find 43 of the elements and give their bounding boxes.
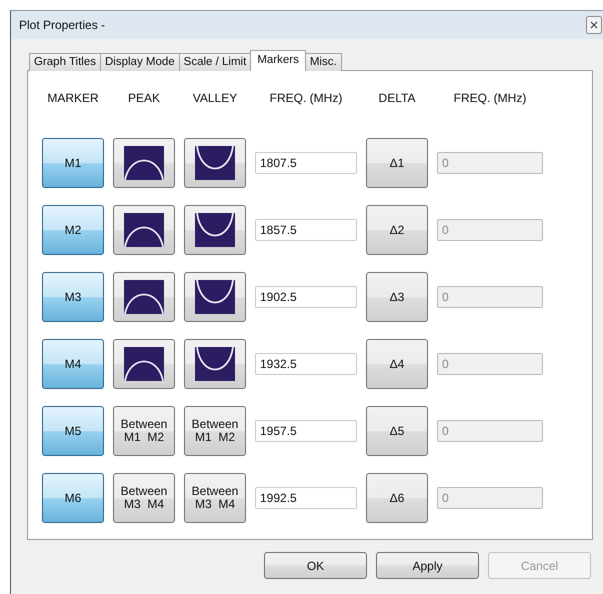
delta-frequency-field: 0 [437,420,543,442]
marker-button[interactable]: M6 [42,473,104,523]
delta-frequency-field: 0 [437,286,543,308]
frequency-field[interactable]: 1932.5 [255,353,357,375]
tab[interactable]: Display Mode [100,53,180,71]
tab[interactable]: Scale / Limit [178,53,252,71]
delta-button[interactable]: Δ6 [366,473,428,523]
delta-frequency-field: 0 [437,152,543,174]
frequency-field[interactable]: 1857.5 [255,219,357,241]
delta-button[interactable]: Δ1 [366,138,428,188]
marker-button[interactable]: M3 [42,272,104,322]
window-title: Plot Properties - [19,18,106,32]
between-button[interactable]: Between M3 M4 [113,473,175,523]
between-button[interactable]: Between M3 M4 [184,473,246,523]
column-header: PEAK [126,91,161,105]
marker-button[interactable]: M4 [42,339,104,389]
delta-button[interactable]: Δ4 [366,339,428,389]
tab[interactable]: Misc. [304,53,342,71]
tab[interactable]: Graph Titles [29,53,101,71]
marker-button[interactable]: M2 [42,205,104,255]
marker-button[interactable]: M5 [42,406,104,456]
tab[interactable]: Markers [250,50,306,71]
frequency-field[interactable]: 1807.5 [255,152,357,174]
frequency-field[interactable]: 1992.5 [255,487,357,509]
column-header: VALLEY [192,91,238,105]
delta-button[interactable]: Δ2 [366,205,428,255]
frequency-field[interactable]: 1957.5 [255,420,357,442]
delta-button[interactable]: Δ3 [366,272,428,322]
dialog-button[interactable]: OK [264,552,367,579]
frequency-field[interactable]: 1902.5 [255,286,357,308]
dialog-button[interactable]: Apply [376,552,479,579]
marker-button[interactable]: M1 [42,138,104,188]
column-header: FREQ. (MHz) [452,91,528,105]
column-header: FREQ. (MHz) [268,91,344,105]
delta-frequency-field: 0 [437,353,543,375]
between-button[interactable]: Between M1 M2 [184,406,246,456]
delta-frequency-field: 0 [437,487,543,509]
column-header: MARKER [46,91,100,105]
column-header: DELTA [378,91,416,105]
delta-button[interactable]: Δ5 [366,406,428,456]
between-button[interactable]: Between M1 M2 [113,406,175,456]
dialog-button: Cancel [488,552,591,579]
delta-frequency-field: 0 [437,219,543,241]
